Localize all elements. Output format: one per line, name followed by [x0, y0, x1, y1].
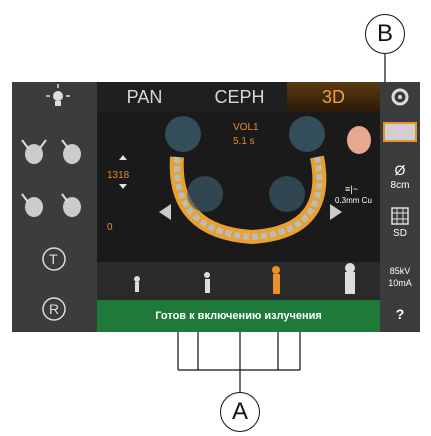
status-bar: Готов к включению излучения — [97, 300, 380, 332]
settings-gear-icon[interactable] — [380, 82, 420, 122]
filter-label: 0.3mm Cu — [335, 196, 372, 205]
head-rotate-right-icon[interactable] — [61, 193, 81, 217]
height-up-icon[interactable] — [119, 155, 127, 160]
device-screen: T R PAN CEPH 3D VOL1 5.1 s 1318 0 ≡|~ 0.… — [12, 82, 420, 332]
head-tilt-left-icon[interactable] — [21, 139, 47, 164]
kv-value[interactable]: 85kV — [380, 266, 420, 276]
resolution-value[interactable]: SD — [380, 228, 420, 239]
offset-value: 0 — [107, 222, 113, 233]
patient-size-row — [97, 262, 380, 300]
tab-pan[interactable]: PAN — [97, 82, 192, 112]
jaw-diagram — [119, 116, 371, 245]
r-button-label: R — [49, 301, 60, 317]
large-figure-icon[interactable] — [345, 263, 355, 294]
head-rotate-left-icon[interactable] — [21, 193, 43, 217]
callout-a: A — [220, 392, 260, 432]
patient-size-icons — [134, 263, 355, 294]
filter-symbol: ≡|~ — [345, 184, 358, 194]
t-button-label: T — [49, 251, 58, 267]
mode-tabs: PAN CEPH 3D — [97, 82, 380, 112]
ma-value[interactable]: 10mA — [380, 278, 420, 288]
right-panel: Ø 8cm SD 85kV 10mA ? — [380, 82, 420, 332]
head-tilt-right-icon[interactable] — [61, 139, 81, 164]
arrow-right-icon[interactable] — [330, 204, 342, 220]
field-circle-left-top[interactable] — [165, 116, 201, 152]
field-circle-right-mid[interactable] — [269, 176, 305, 212]
volume-name: VOL1 — [233, 122, 259, 133]
light-icon[interactable] — [46, 84, 70, 106]
exposure-time: 5.1 s — [233, 136, 255, 147]
field-circle-left-mid[interactable] — [187, 176, 223, 212]
height-down-icon[interactable] — [119, 184, 127, 189]
patient-head-icon — [347, 126, 371, 154]
tab-3d[interactable]: 3D — [287, 82, 380, 112]
help-button[interactable]: ? — [380, 306, 420, 322]
bite-block-icon[interactable] — [383, 122, 417, 142]
main-view: VOL1 5.1 s 1318 0 ≡|~ 0.3mm Cu — [97, 112, 380, 262]
height-value: 1318 — [107, 170, 130, 181]
arrow-left-icon[interactable] — [159, 204, 171, 220]
child-figure-icon[interactable] — [134, 276, 140, 292]
field-circle-right-top[interactable] — [289, 116, 325, 152]
diameter-symbol: Ø — [394, 162, 406, 178]
left-panel: T R — [12, 82, 97, 332]
diameter-value[interactable]: 8cm — [380, 180, 420, 191]
medium-figure-icon[interactable] — [272, 266, 280, 294]
tab-ceph[interactable]: CEPH — [192, 82, 287, 112]
small-figure-icon[interactable] — [204, 272, 210, 293]
left-panel-icons — [21, 84, 81, 321]
